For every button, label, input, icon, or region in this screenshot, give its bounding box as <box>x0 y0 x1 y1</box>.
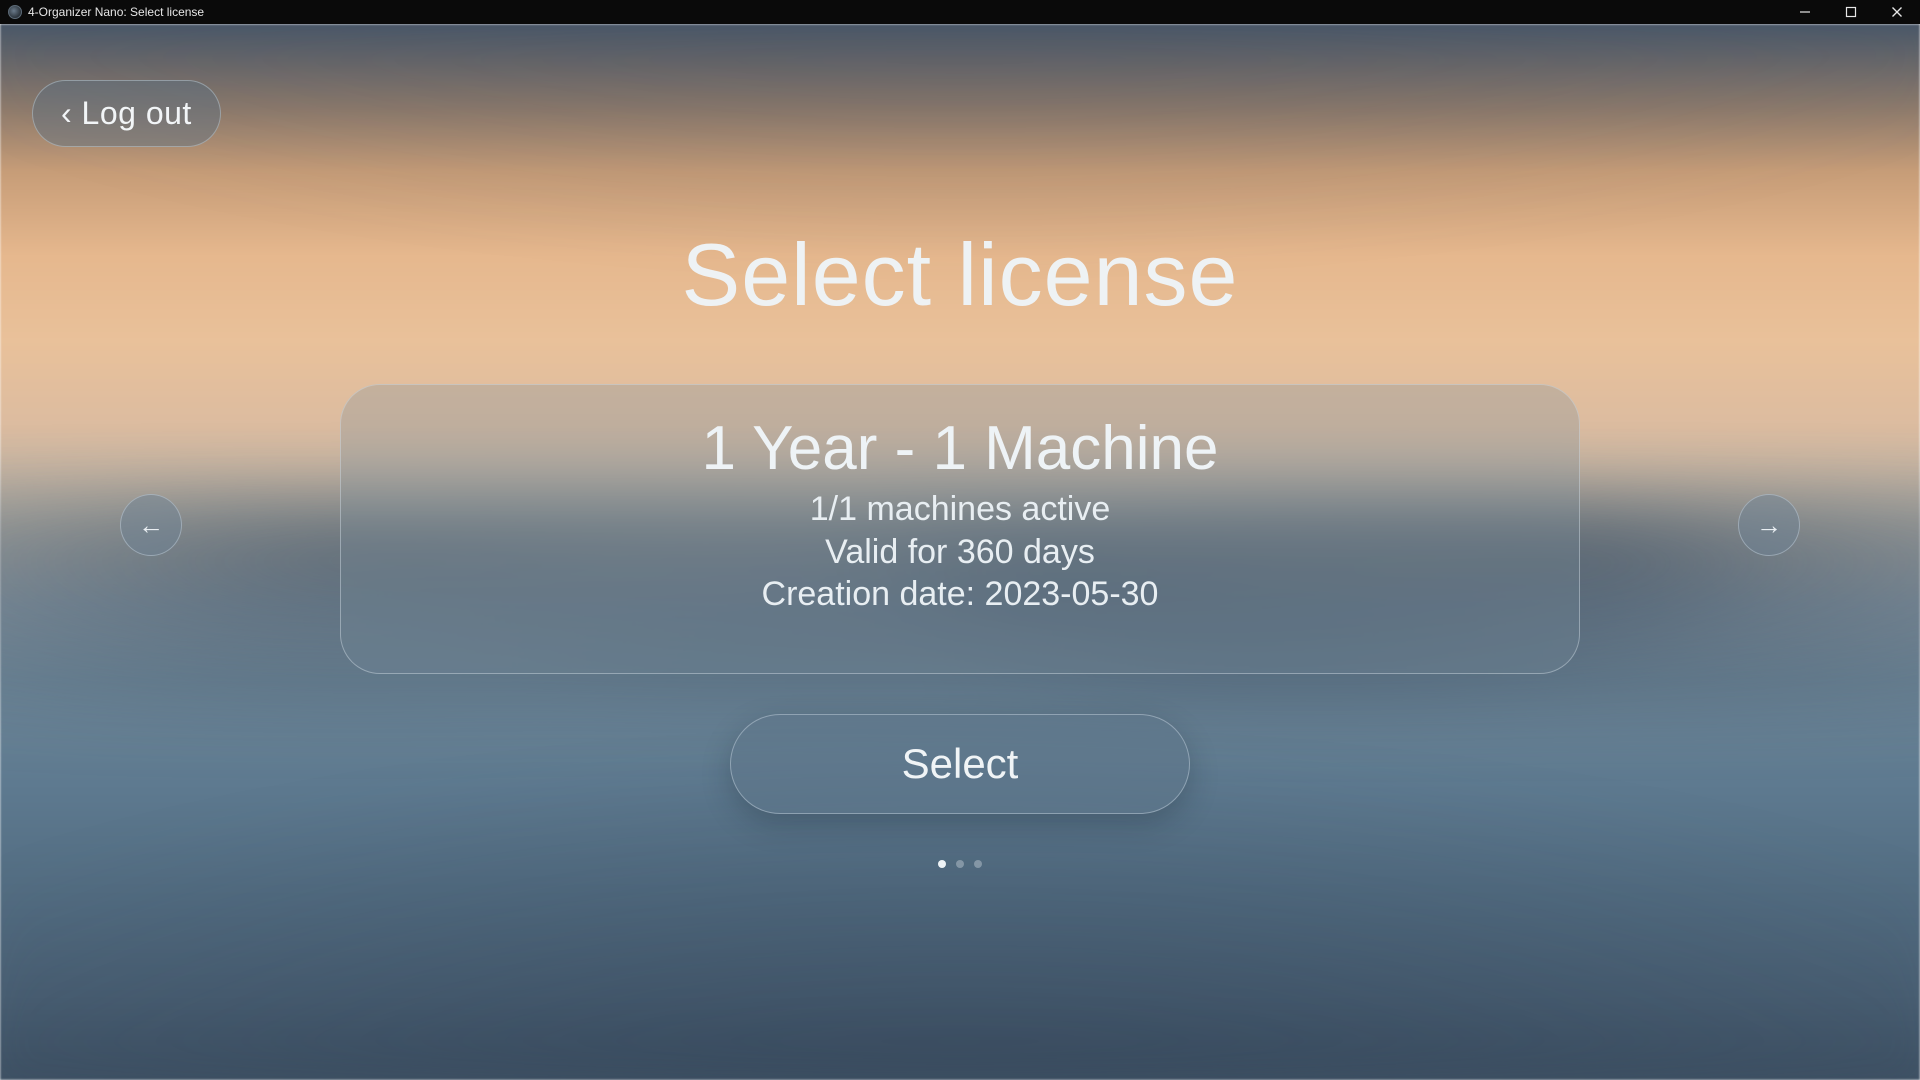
minimize-button[interactable] <box>1782 0 1828 24</box>
select-button[interactable]: Select <box>730 714 1190 814</box>
page-title: Select license <box>0 224 1920 326</box>
pager-dot-3[interactable] <box>974 860 982 868</box>
prev-license-button[interactable]: ← <box>120 494 182 556</box>
app-icon <box>8 5 22 19</box>
license-card: 1 Year - 1 Machine 1/1 machines active V… <box>340 384 1580 674</box>
client-area: ‹ Log out Select license ← → 1 Year - 1 … <box>0 24 1920 1080</box>
pager-dot-2[interactable] <box>956 860 964 868</box>
license-validity-line: Valid for 360 days <box>341 531 1579 574</box>
arrow-left-icon: ← <box>138 510 164 541</box>
content: ‹ Log out Select license ← → 1 Year - 1 … <box>0 24 1920 1080</box>
license-plan-name: 1 Year - 1 Machine <box>341 413 1579 484</box>
minimize-icon <box>1799 6 1811 18</box>
license-machines-line: 1/1 machines active <box>341 488 1579 531</box>
pager-dot-1[interactable] <box>938 860 946 868</box>
maximize-button[interactable] <box>1828 0 1874 24</box>
pager-dots <box>938 860 982 868</box>
close-button[interactable] <box>1874 0 1920 24</box>
arrow-right-icon: → <box>1756 510 1782 541</box>
license-creation-line: Creation date: 2023-05-30 <box>341 573 1579 616</box>
window-title: 4-Organizer Nano: Select license <box>28 5 204 19</box>
window-titlebar: 4-Organizer Nano: Select license <box>0 0 1920 24</box>
maximize-icon <box>1845 6 1857 18</box>
next-license-button[interactable]: → <box>1738 494 1800 556</box>
select-label: Select <box>902 740 1019 788</box>
logout-label: ‹ Log out <box>61 95 192 131</box>
logout-button[interactable]: ‹ Log out <box>32 80 221 147</box>
close-icon <box>1891 6 1903 18</box>
